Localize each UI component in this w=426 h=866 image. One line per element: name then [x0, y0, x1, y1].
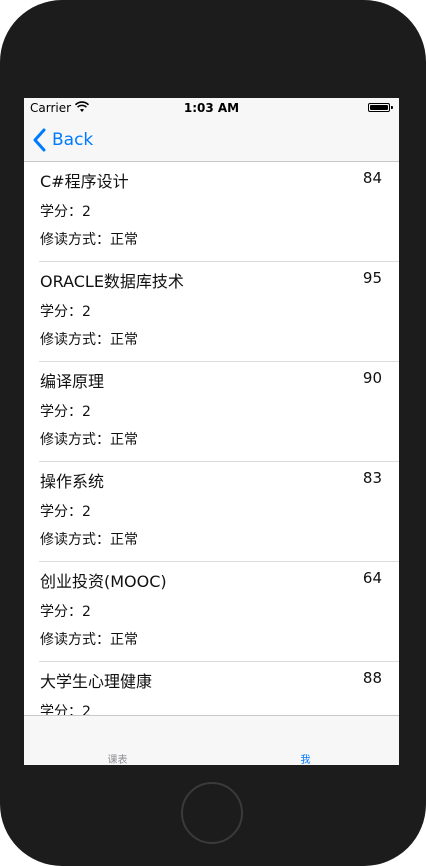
course-study-mode: 修读方式：正常 [40, 332, 138, 348]
course-score: 90 [362, 369, 382, 387]
course-credit: 学分：2 [40, 504, 91, 520]
chevron-left-icon [33, 128, 46, 152]
course-list[interactable]: C#程序设计 84 学分：2 修读方式：正常 ORACLE数据库技术 95 学分… [24, 162, 399, 715]
tab-label: 课表 [107, 755, 128, 765]
course-study-mode: 修读方式：正常 [40, 232, 138, 248]
course-score: 84 [362, 169, 382, 187]
course-name: 大学生心理健康 [40, 672, 153, 691]
course-name: C#程序设计 [40, 172, 129, 191]
course-name: ORACLE数据库技术 [40, 272, 184, 291]
app-screen: Carrier 1:03 AM Back C#程序设计 84 学分：2 修读方式… [24, 98, 399, 765]
back-button[interactable]: Back [32, 127, 93, 153]
course-score: 95 [362, 269, 382, 287]
course-study-mode: 修读方式：正常 [40, 632, 138, 648]
status-time: 1:03 AM [183, 101, 240, 115]
course-credit: 学分：2 [40, 704, 91, 715]
course-credit: 学分：2 [40, 604, 91, 620]
status-bar: Carrier 1:03 AM [24, 98, 399, 118]
course-score: 83 [362, 469, 382, 487]
tab-schedule[interactable]: 课表 [24, 716, 211, 765]
course-row[interactable]: 创业投资(MOOC) 64 学分：2 修读方式：正常 [24, 562, 399, 662]
tab-bar: 课表 我 [24, 715, 399, 765]
course-study-mode: 修读方式：正常 [40, 532, 138, 548]
tab-me[interactable]: 我 [212, 716, 399, 765]
home-button[interactable] [181, 782, 243, 844]
back-label: Back [52, 130, 94, 150]
navigation-bar: Back [24, 118, 399, 162]
course-row[interactable]: 大学生心理健康 88 学分：2 [24, 662, 399, 715]
course-credit: 学分：2 [40, 204, 91, 220]
course-name: 编译原理 [40, 372, 105, 391]
course-row[interactable]: C#程序设计 84 学分：2 修读方式：正常 [24, 162, 399, 262]
course-credit: 学分：2 [40, 404, 91, 420]
course-row[interactable]: ORACLE数据库技术 95 学分：2 修读方式：正常 [24, 262, 399, 362]
course-name: 操作系统 [40, 472, 105, 491]
course-name: 创业投资(MOOC) [40, 572, 167, 591]
course-study-mode: 修读方式：正常 [40, 432, 138, 448]
phone-frame: Carrier 1:03 AM Back C#程序设计 84 学分：2 修读方式… [0, 0, 426, 866]
course-score: 64 [362, 569, 382, 587]
course-row[interactable]: 编译原理 90 学分：2 修读方式：正常 [24, 362, 399, 462]
battery-icon [368, 103, 393, 112]
course-credit: 学分：2 [40, 304, 91, 320]
tab-label: 我 [300, 755, 311, 765]
course-row[interactable]: 操作系统 83 学分：2 修读方式：正常 [24, 462, 399, 562]
course-score: 88 [362, 669, 382, 687]
